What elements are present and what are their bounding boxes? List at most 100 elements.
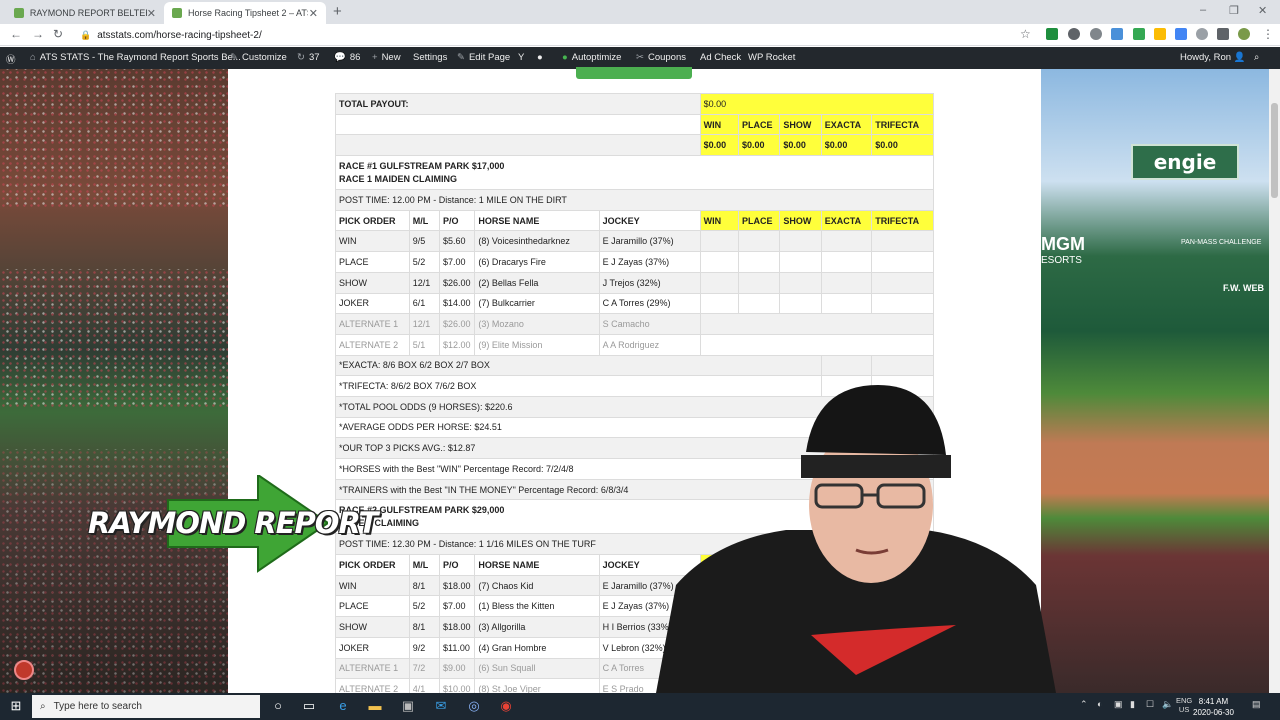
tab-title: Horse Racing Tipsheet 2 – ATS ST [188, 8, 308, 18]
mail-icon[interactable]: ✉ [433, 698, 449, 714]
payout: $9.00 [439, 657, 476, 680]
jockey: E Jaramillo (37%) [598, 230, 701, 253]
race-title: RACE #1 GULFSTREAM PARK $17,000 [339, 160, 505, 171]
task-view-icon[interactable]: ▭ [301, 698, 317, 714]
yoast-icon[interactable]: Y [518, 52, 524, 63]
payout: $5.60 [439, 230, 476, 253]
close-tab-icon[interactable]: ✕ [147, 7, 156, 20]
profile-avatar[interactable] [1238, 28, 1250, 40]
pick-order: ALTERNATE 1 [335, 657, 410, 680]
pick-order: JOKER [335, 292, 410, 315]
wp-edit-page[interactable]: ✎ Edit Page [457, 52, 510, 63]
menu-kebab-icon[interactable]: ⋮ [1262, 27, 1274, 41]
extension-icon[interactable] [1090, 28, 1102, 40]
file-explorer-icon[interactable]: ▬ [367, 698, 383, 714]
close-window-icon[interactable]: ✕ [1258, 4, 1267, 17]
wp-ad-check[interactable]: Ad Check [700, 52, 741, 63]
volume-icon[interactable]: 🔈 [1162, 699, 1173, 710]
language-indicator[interactable]: ENG US [1176, 696, 1192, 714]
wp-rocket[interactable]: WP Rocket [748, 52, 795, 63]
user-avatar-icon: 👤 [1233, 52, 1246, 63]
tray-icon[interactable]: ▣ [1114, 699, 1123, 710]
scrollbar-thumb[interactable] [1271, 103, 1278, 198]
tray-icon[interactable]: ◐ [1097, 699, 1102, 709]
taskbar-search[interactable]: ⌕ Type here to search [32, 695, 260, 718]
extension-icon[interactable] [1175, 28, 1187, 40]
left-stadium-background [0, 69, 228, 693]
payout: $18.00 [439, 616, 476, 638]
action-center-icon[interactable]: ▤ [1252, 699, 1261, 710]
horse-name: (4) Gran Hombre [474, 636, 600, 659]
chrome-icon[interactable]: ◉ [498, 698, 514, 714]
pick-order: ALTERNATE 1 [335, 313, 410, 335]
wp-site-name[interactable]: ⌂ ATS STATS - The Raymond Report Sports B… [30, 52, 241, 63]
windows-taskbar: ⊞ ⌕ Type here to search ○ ▭ e ▬ ▣ ✉ ◎ ◉ … [0, 693, 1280, 720]
alternate-row: ALTERNATE 1 12/1 $26.00 (3) Mozano S Cam… [335, 313, 935, 335]
jockey: A A Rodriguez [598, 333, 701, 356]
column-header-row: PICK ORDER M/L P/O HORSE NAME JOCKEY WIN… [335, 209, 934, 232]
bookmark-star-icon[interactable]: ☆ [1020, 27, 1031, 41]
extension-icon[interactable] [1111, 28, 1123, 40]
pan-mass-sign: PAN-MASS CHALLENGE [1181, 239, 1262, 246]
notification-badge-icon[interactable] [14, 660, 34, 680]
extension-icon[interactable] [1046, 28, 1058, 40]
wp-new[interactable]: + New [372, 52, 401, 63]
mgm-sign: MGM [1041, 234, 1085, 254]
minimize-icon[interactable]: – [1200, 4, 1206, 16]
search-icon[interactable]: ⌕ [1254, 52, 1259, 63]
clock-time: 8:41 AM [1198, 697, 1229, 706]
forward-icon[interactable]: → [32, 27, 44, 41]
tab-horse-racing-tipsheet[interactable]: Horse Racing Tipsheet 2 – ATS ST ✕ [164, 2, 326, 24]
wp-updates[interactable]: ↻ 37 [297, 52, 320, 63]
race-1-header: RACE #1 GULFSTREAM PARK $17,000 RACE 1 M… [335, 155, 934, 191]
wordpress-logo-icon[interactable]: Ⓦ [6, 52, 16, 66]
new-tab-button[interactable]: + [333, 3, 342, 20]
tab-raymond-report[interactable]: RAYMOND REPORT BELTERRA PA ✕ [6, 2, 164, 24]
battery-icon[interactable]: ▮ [1130, 699, 1135, 710]
table-row: JOKER 6/1 $14.00 (7) Bulkcarrier C A Tor… [335, 292, 934, 315]
wp-customize[interactable]: ✎ Customize [230, 52, 287, 63]
col-horse-name: HORSE NAME [474, 554, 600, 576]
site-favicon-icon [172, 8, 182, 18]
extension-icon[interactable] [1133, 28, 1145, 40]
submit-button[interactable] [576, 67, 692, 79]
edge-icon[interactable]: e [335, 698, 351, 714]
wp-autoptimize[interactable]: ● Autoptimize [562, 52, 621, 63]
store-icon[interactable]: ▣ [400, 698, 416, 714]
tray-chevron-icon[interactable]: ⌃ [1080, 699, 1088, 710]
page-scrollbar[interactable] [1269, 69, 1280, 693]
bet-type-win: WIN [699, 113, 739, 136]
app-icon[interactable]: ◎ [466, 698, 482, 714]
restore-icon[interactable]: ❐ [1229, 4, 1239, 17]
windows-start-icon[interactable]: ⊞ [8, 698, 24, 714]
puzzle-icon[interactable] [1217, 28, 1229, 40]
back-icon[interactable]: ← [10, 27, 22, 41]
wp-coupons[interactable]: ✂ Coupons [636, 52, 686, 63]
wp-comments[interactable]: 💬 86 [334, 52, 360, 63]
extension-icon[interactable] [1196, 28, 1208, 40]
pick-order: SHOW [335, 616, 410, 638]
taskbar-clock[interactable]: 8:41 AM 2020-06-30 [1193, 696, 1234, 718]
extension-icon[interactable] [1154, 28, 1166, 40]
extension-icon[interactable] [1068, 28, 1080, 40]
bet-totals-row: $0.00 $0.00 $0.00 $0.00 $0.00 [335, 134, 934, 157]
total-payout-label: TOTAL PAYOUT: [335, 93, 701, 115]
table-row: WIN 9/5 $5.60 (8) Voicesinthedarknez E J… [335, 230, 934, 253]
network-icon[interactable]: ☐ [1146, 699, 1154, 710]
wp-settings[interactable]: Settings [413, 52, 447, 63]
reload-icon[interactable]: ↻ [53, 27, 63, 41]
table-row: PLACE 5/2 $7.00 (6) Dracarys Fire E J Za… [335, 251, 934, 273]
morning-line: 9/5 [408, 230, 441, 253]
horse-name: (6) Dracarys Fire [474, 251, 600, 273]
wp-howdy[interactable]: Howdy, Ron 👤 [1180, 52, 1250, 63]
horse-name: (8) Voicesinthedarknez [474, 230, 600, 253]
lock-icon: 🔒 [80, 29, 92, 40]
bet-total: $0.00 [871, 134, 934, 157]
payout: $12.00 [439, 333, 476, 356]
col-exacta: EXACTA [820, 209, 873, 232]
close-tab-icon[interactable]: ✕ [309, 7, 318, 20]
pick-order: ALTERNATE 2 [335, 333, 410, 356]
cortana-icon[interactable]: ○ [270, 698, 286, 714]
url-field[interactable]: 🔒 atsstats.com/horse-racing-tipsheet-2/ [80, 27, 1030, 43]
search-placeholder: Type here to search [53, 701, 142, 712]
